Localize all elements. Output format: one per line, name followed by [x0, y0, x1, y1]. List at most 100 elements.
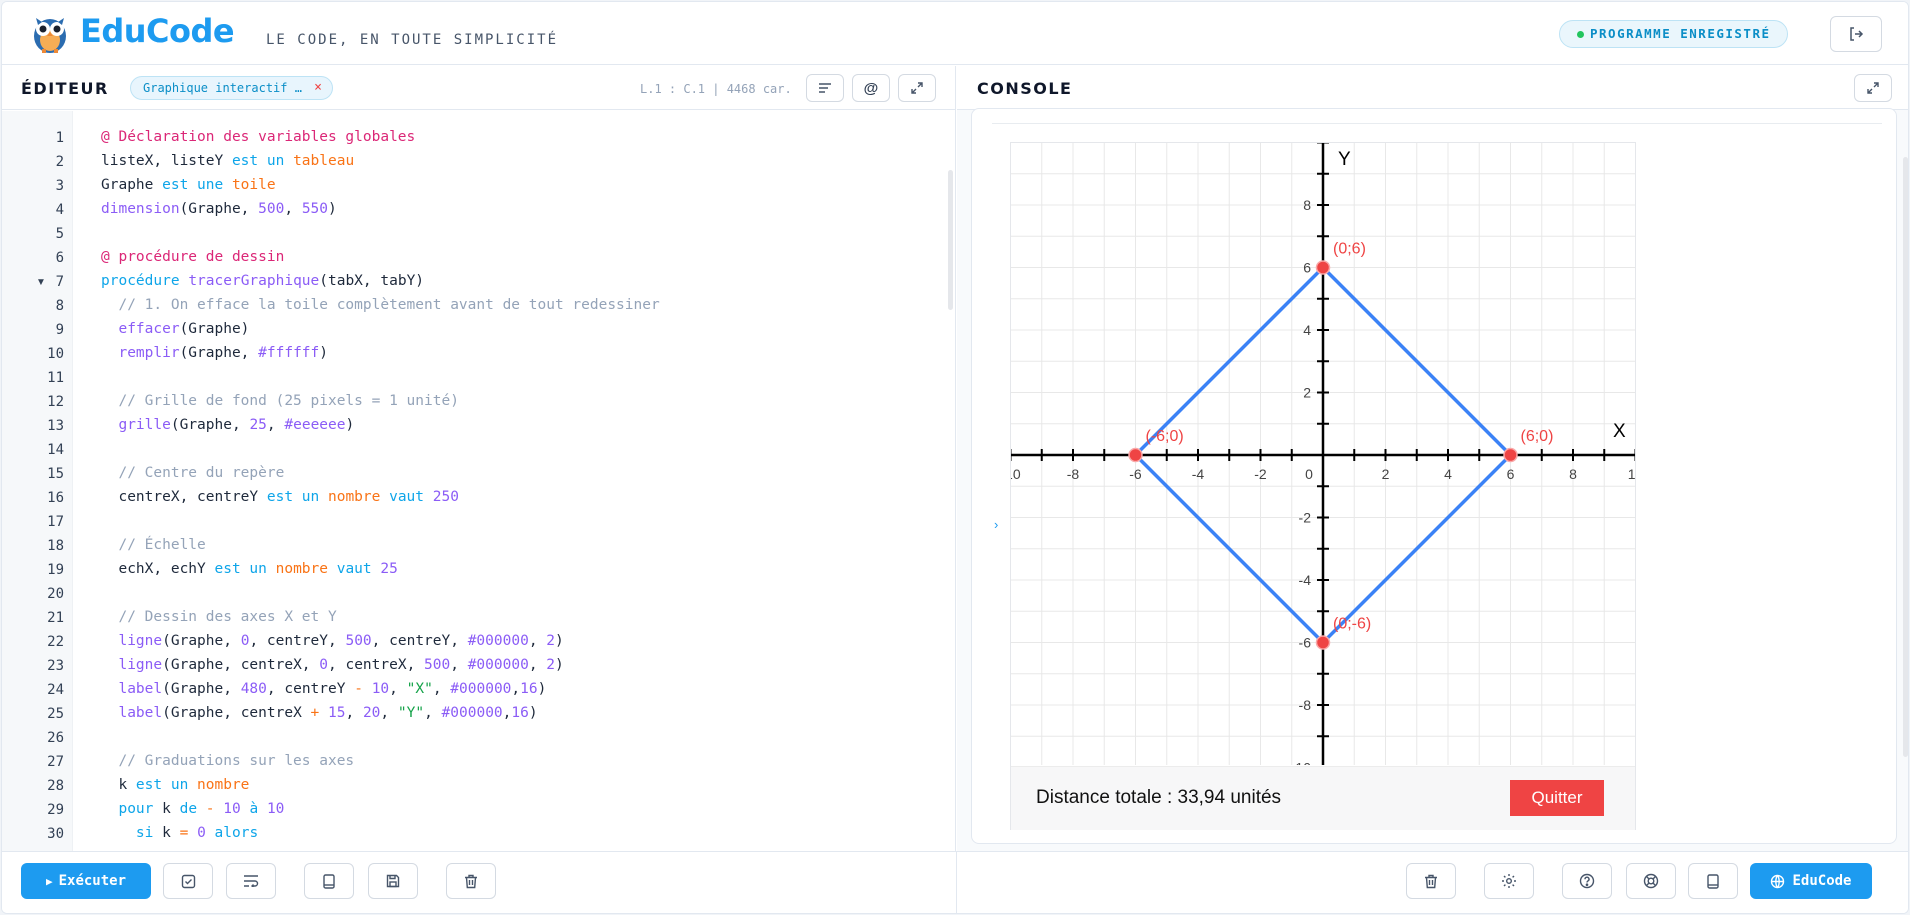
wrap-button[interactable] [226, 863, 276, 899]
help-button[interactable] [1562, 863, 1612, 899]
run-button[interactable]: ▶ Exécuter [21, 863, 151, 899]
code-line[interactable]: label(Graphe, centreX + 15, 20, "Y", #00… [101, 705, 537, 721]
y-tick-label: 4 [1303, 322, 1311, 338]
code-line[interactable]: label(Graphe, 480, centreY - 10, "X", #0… [101, 681, 546, 697]
code-token: remplir [118, 345, 180, 361]
code-token: + [310, 705, 328, 721]
line-number: 15 [47, 466, 64, 482]
code-line[interactable]: grille(Graphe, 25, #eeeeee) [101, 417, 354, 433]
file-tab-close-icon[interactable]: × [314, 77, 322, 99]
code-token: de [179, 801, 206, 817]
line-number: 5 [55, 226, 64, 242]
code-line[interactable]: // 1. On efface la toile complètement av… [101, 297, 659, 313]
logo-wordmark: EduCode [80, 12, 235, 50]
save-button[interactable] [368, 863, 418, 899]
line-number: 28 [47, 778, 64, 794]
code-line[interactable]: ligne(Graphe, 0, centreY, 500, centreY, … [101, 633, 563, 649]
x-tick-label: -8 [1067, 466, 1080, 482]
line-number: 23 [47, 658, 64, 674]
expand-console-button[interactable] [1854, 74, 1892, 102]
code-token: nombre [197, 777, 250, 793]
code-token: listeX, listeY [101, 153, 232, 169]
line-number: 22 [47, 634, 64, 650]
file-tab-label: Graphique interactif … [143, 81, 302, 95]
docs-button[interactable] [1688, 863, 1738, 899]
point-label: (6;0) [1521, 428, 1554, 445]
mention-button[interactable]: @ [852, 74, 890, 102]
clear-console-button[interactable] [1406, 863, 1456, 899]
format-button[interactable] [806, 74, 844, 102]
data-point [1315, 635, 1331, 650]
code-token: (Graphe, [162, 681, 241, 697]
code-token: 16 [511, 705, 529, 721]
file-tab[interactable]: Graphique interactif … × [130, 76, 333, 100]
educode-button[interactable]: EduCode [1750, 863, 1872, 899]
trash-icon [465, 874, 477, 888]
code-line[interactable]: @ procédure de dessin [101, 249, 284, 265]
code-token: #000000 [450, 681, 512, 697]
code-line[interactable]: si k = 0 alors [101, 825, 258, 841]
code-line[interactable]: @ Déclaration des variables globales [101, 129, 415, 145]
code-token: effacer [118, 321, 180, 337]
code-area[interactable]: @ Déclaration des variables globales list… [73, 111, 943, 851]
code-token: 0 [197, 825, 215, 841]
x-tick-label: 0 [1305, 466, 1313, 482]
library-button[interactable] [304, 863, 354, 899]
code-token: 2 [546, 657, 556, 673]
code-line[interactable]: k est un nombre [101, 777, 249, 793]
code-token: vaut [389, 489, 433, 505]
code-line[interactable]: // Grille de fond (25 pixels = 1 unité) [101, 393, 458, 409]
editor-scrollbar[interactable] [948, 170, 953, 310]
code-token: 480 [240, 681, 267, 697]
bottom-divider [956, 852, 957, 913]
console-scrollbar[interactable] [1903, 157, 1908, 757]
code-line[interactable]: pour k de - 10 à 10 [101, 801, 284, 817]
code-token: 25 [380, 561, 398, 577]
code-token: 15 [328, 705, 346, 721]
code-token: , [528, 657, 547, 673]
line-number: 13 [47, 418, 64, 434]
code-line[interactable]: remplir(Graphe, #ffffff) [101, 345, 328, 361]
delete-button[interactable] [446, 863, 496, 899]
code-line[interactable]: // Échelle [101, 537, 205, 553]
support-button[interactable] [1626, 863, 1676, 899]
code-line[interactable]: echX, echY est un nombre vaut 25 [101, 561, 398, 577]
code-line[interactable]: centreX, centreY est un nombre vaut 250 [101, 489, 459, 505]
quit-button[interactable]: Quitter [1510, 780, 1604, 816]
check-button[interactable] [163, 863, 213, 899]
code-line[interactable]: effacer(Graphe) [101, 321, 249, 337]
y-tick-label: -10 [1291, 760, 1311, 766]
code-line[interactable]: procédure tracerGraphique(tabX, tabY) [101, 273, 424, 289]
code-token: 250 [432, 489, 459, 505]
point-label: (-6;0) [1146, 428, 1184, 445]
code-line[interactable]: // Dessin des axes X et Y [101, 609, 336, 625]
format-icon [819, 83, 831, 93]
code-token: , [511, 681, 521, 697]
code-line[interactable]: // Graduations sur les axes [101, 753, 354, 769]
line-number: 9 [55, 322, 64, 338]
code-token: 10 [223, 801, 250, 817]
code-line[interactable]: listeX, listeY est un tableau [101, 153, 354, 169]
line-number: 25 [47, 706, 64, 722]
settings-button[interactable] [1484, 863, 1534, 899]
logout-button[interactable] [1830, 16, 1882, 52]
code-token: est une [162, 177, 232, 193]
code-line[interactable]: Graphe est une toile [101, 177, 276, 193]
code-token: k [101, 777, 136, 793]
code-line[interactable]: dimension(Graphe, 500, 550) [101, 201, 337, 217]
y-axis-label: Y [1338, 149, 1351, 170]
at-icon: @ [863, 79, 879, 97]
tagline: LE CODE, EN TOUTE SIMPLICITÉ [266, 32, 559, 48]
line-number: 30 [47, 826, 64, 842]
code-line[interactable]: ligne(Graphe, centreX, 0, centreX, 500, … [101, 657, 563, 673]
expand-editor-button[interactable] [898, 74, 936, 102]
code-token: , [424, 705, 442, 721]
code-token: label [118, 705, 163, 721]
top-header: EduCode LE CODE, EN TOUTE SIMPLICITÉ PRO… [2, 2, 1908, 65]
line-number: 7 [55, 274, 64, 290]
code-line[interactable]: // Centre du repère [101, 465, 284, 481]
